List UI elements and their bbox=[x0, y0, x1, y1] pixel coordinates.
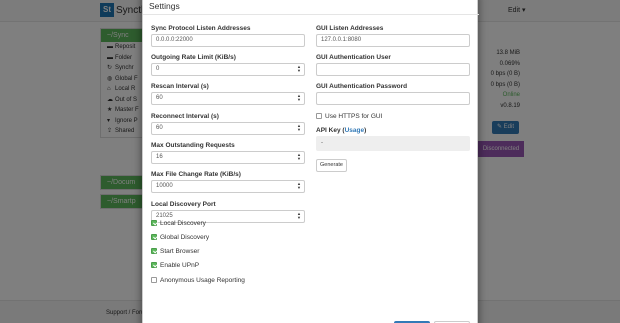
generate-api-key-button[interactable]: Generate bbox=[316, 159, 347, 172]
option-checkbox-label: Local Discovery bbox=[160, 220, 206, 227]
max-file-change-label: Max File Change Rate (KiB/s) bbox=[151, 171, 241, 178]
max-requests-value: 16 bbox=[156, 154, 163, 160]
gui-user-label: GUI Authentication User bbox=[316, 54, 391, 61]
reconnect-interval-input[interactable]: 60 ▲ ▼ bbox=[151, 122, 305, 135]
outgoing-rate-input[interactable]: 0 ▲ ▼ bbox=[151, 63, 305, 76]
max-file-change-value: 10000 bbox=[156, 183, 173, 189]
option-checkbox-label: Anonymous Usage Reporting bbox=[160, 277, 245, 284]
checkbox-unchecked-icon[interactable] bbox=[151, 277, 157, 283]
option-checkbox[interactable]: Start Browser bbox=[151, 248, 199, 255]
spinner-arrows-icon[interactable]: ▲ ▼ bbox=[297, 94, 301, 102]
header-divider bbox=[143, 14, 479, 15]
option-checkbox[interactable]: Enable UPnP bbox=[151, 262, 199, 269]
option-checkbox-label: Global Discovery bbox=[160, 234, 210, 241]
outgoing-rate-label: Outgoing Rate Limit (KiB/s) bbox=[151, 54, 236, 61]
discovery-port-label: Local Discovery Port bbox=[151, 201, 216, 208]
gui-password-label: GUI Authentication Password bbox=[316, 83, 408, 90]
gui-user-input[interactable] bbox=[316, 63, 470, 76]
api-key-field: - bbox=[316, 136, 470, 151]
max-requests-label: Max Outstanding Requests bbox=[151, 142, 235, 149]
use-https-label: Use HTTPS for GUI bbox=[325, 113, 383, 120]
discovery-port-value: 21025 bbox=[156, 213, 173, 219]
rescan-interval-value: 60 bbox=[156, 95, 163, 101]
outgoing-rate-value: 0 bbox=[156, 66, 160, 72]
checkbox-checked-icon[interactable] bbox=[151, 248, 157, 254]
api-key-paren-close: ) bbox=[364, 127, 367, 134]
api-key-label-text: API Key bbox=[316, 127, 341, 134]
api-key-usage-link[interactable]: Usage bbox=[345, 127, 365, 134]
reconnect-interval-label: Reconnect Interval (s) bbox=[151, 113, 219, 120]
sync-listen-input[interactable]: 0.0.0.0:22000 bbox=[151, 34, 305, 47]
max-requests-input[interactable]: 16 ▲ ▼ bbox=[151, 151, 305, 164]
option-checkbox[interactable]: Local Discovery bbox=[151, 220, 206, 227]
checkbox-box[interactable] bbox=[316, 113, 322, 119]
max-file-change-input[interactable]: 10000 ▲ ▼ bbox=[151, 180, 305, 193]
checkbox-checked-icon[interactable] bbox=[151, 262, 157, 268]
option-checkbox-label: Start Browser bbox=[160, 248, 200, 255]
use-https-checkbox[interactable]: Use HTTPS for GUI bbox=[316, 113, 382, 120]
checkbox-checked-icon[interactable] bbox=[151, 220, 157, 226]
gui-password-input[interactable] bbox=[316, 92, 470, 105]
rescan-interval-input[interactable]: 60 ▲ ▼ bbox=[151, 92, 305, 105]
option-checkbox-label: Enable UPnP bbox=[160, 262, 200, 269]
option-checkbox[interactable]: Anonymous Usage Reporting bbox=[151, 277, 245, 284]
spinner-arrows-icon[interactable]: ▲ ▼ bbox=[297, 65, 301, 73]
spinner-arrows-icon[interactable]: ▲ ▼ bbox=[297, 182, 301, 190]
option-checkbox[interactable]: Global Discovery bbox=[151, 234, 209, 241]
spinner-arrows-icon[interactable]: ▲ ▼ bbox=[297, 124, 301, 132]
spinner-arrows-icon[interactable]: ▲ ▼ bbox=[297, 212, 301, 220]
gui-listen-input[interactable]: 127.0.0.1:8080 bbox=[316, 34, 470, 47]
checkbox-checked-icon[interactable] bbox=[151, 234, 157, 240]
api-key-label: API Key (Usage) bbox=[316, 127, 366, 134]
gui-listen-label: GUI Listen Addresses bbox=[316, 25, 384, 32]
sync-listen-label: Sync Protocol Listen Addresses bbox=[151, 25, 251, 32]
spinner-arrows-icon[interactable]: ▲ ▼ bbox=[297, 153, 301, 161]
reconnect-interval-value: 60 bbox=[156, 125, 163, 131]
rescan-interval-label: Rescan Interval (s) bbox=[151, 83, 209, 90]
dialog-title: Settings bbox=[149, 1, 180, 11]
settings-dialog: Settings Sync Protocol Listen Addresses … bbox=[142, 0, 479, 323]
